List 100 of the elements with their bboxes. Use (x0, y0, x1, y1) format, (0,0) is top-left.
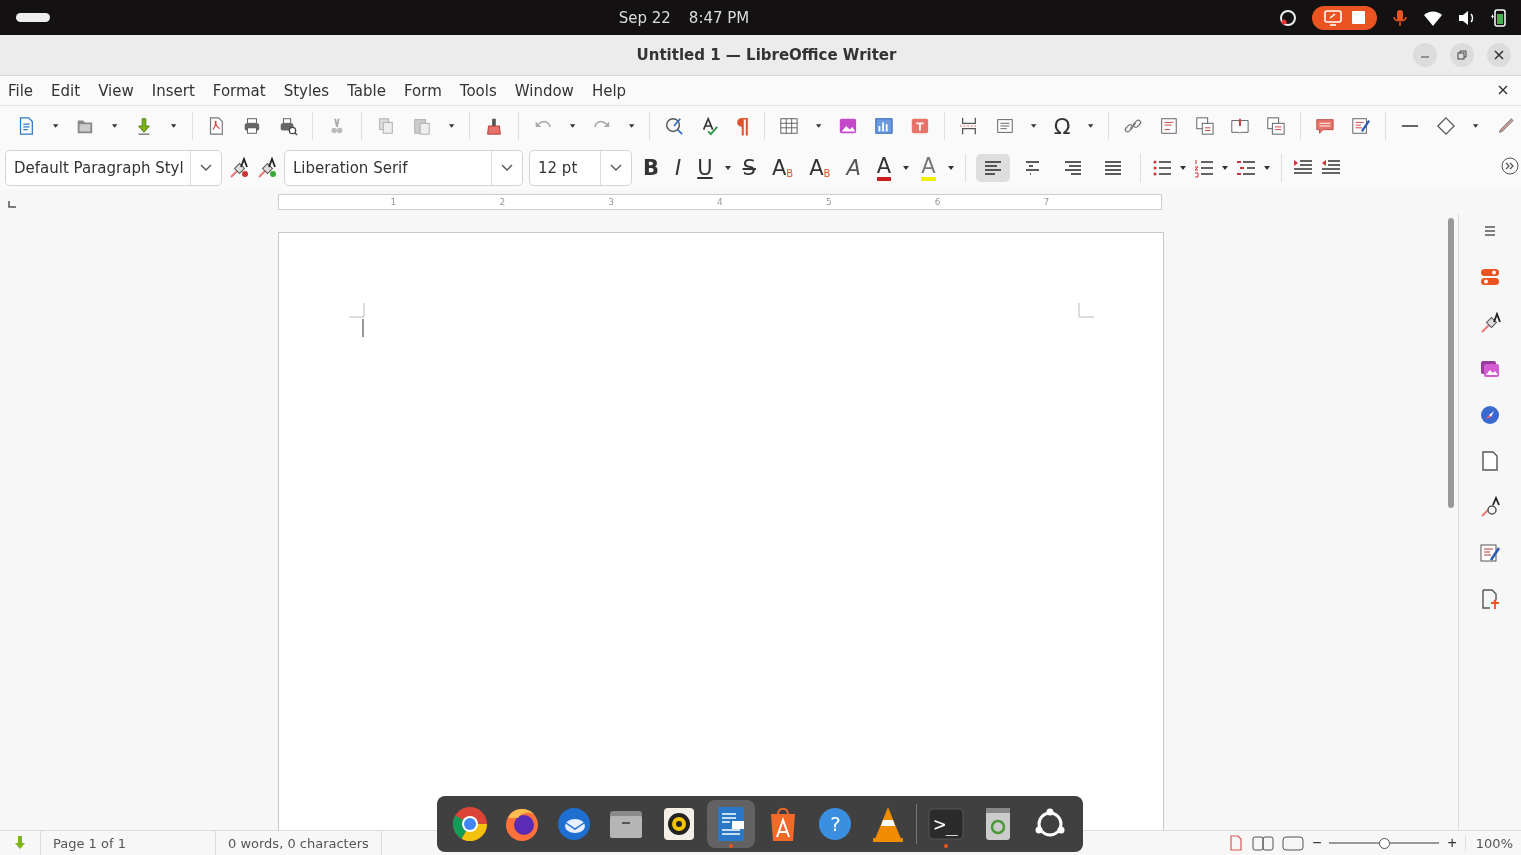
update-style-icon[interactable] (228, 157, 250, 179)
caret-icon[interactable] (627, 122, 636, 130)
print-preview-icon[interactable] (278, 115, 299, 137)
caret-icon[interactable] (814, 122, 822, 130)
menu-item[interactable]: Help (591, 81, 636, 100)
diamond-icon[interactable] (1435, 115, 1456, 137)
share-icon[interactable] (1278, 7, 1298, 28)
two-page-view-icon[interactable] (1252, 835, 1275, 851)
cross-reference-icon[interactable] (1266, 115, 1287, 137)
track-changes-icon[interactable] (1351, 115, 1371, 137)
chevron-icon[interactable] (610, 164, 622, 172)
chevron-icon[interactable] (200, 164, 212, 172)
brush-letter-icon[interactable] (1479, 312, 1501, 334)
close-button[interactable] (1487, 43, 1511, 67)
close-icon[interactable] (1497, 84, 1509, 96)
book-view-icon[interactable] (1282, 835, 1305, 851)
toggle-switches-icon[interactable] (1479, 266, 1501, 288)
caret-icon[interactable] (447, 122, 455, 130)
numbered-list-icon[interactable] (1192, 157, 1215, 179)
zoom-in-button[interactable]: + (1447, 834, 1457, 852)
menu-item[interactable]: Table (347, 81, 395, 100)
subscript-button[interactable]: A$_{B}$ (804, 155, 836, 181)
menu-item[interactable]: File (8, 81, 43, 100)
new-style-icon[interactable] (256, 157, 278, 179)
caret-icon[interactable] (51, 122, 60, 130)
window-title: Untitled 1 — LibreOffice Writer (635, 46, 898, 64)
caret-icon[interactable] (902, 164, 911, 172)
scrollbar[interactable] (1448, 218, 1454, 508)
zoom-out-button[interactable]: − (1312, 834, 1322, 852)
caret-icon[interactable] (1030, 122, 1038, 130)
screen-recording-indicator[interactable] (1312, 5, 1377, 30)
compass-icon[interactable] (1479, 404, 1501, 426)
page-icon[interactable] (1479, 450, 1501, 472)
caret-icon[interactable] (568, 122, 576, 130)
ruler-number: 4 (717, 197, 723, 207)
chart-icon[interactable] (873, 115, 894, 137)
ruler-number: 2 (499, 197, 506, 207)
caret-icon[interactable] (1220, 164, 1229, 172)
document-person-icon[interactable] (1479, 588, 1501, 610)
menu-item[interactable]: Window (514, 81, 583, 100)
battery-icon[interactable] (1489, 6, 1507, 29)
formatting-marks-button[interactable]: ¶ (729, 113, 756, 139)
document-pen-icon[interactable] (1479, 542, 1501, 564)
save-status-icon (12, 835, 28, 851)
clear-formatting-button[interactable]: A (841, 155, 866, 181)
footnote-icon[interactable] (1158, 115, 1179, 137)
menu-item[interactable]: View (98, 81, 143, 100)
close-icon (1494, 50, 1504, 60)
strikethrough-button[interactable]: S (737, 155, 761, 181)
caret-icon[interactable] (111, 122, 119, 130)
restore-button[interactable] (1450, 43, 1474, 67)
pages-icon[interactable] (1194, 115, 1215, 137)
microphone-icon[interactable] (1391, 7, 1409, 28)
ruler-number: 6 (934, 197, 941, 207)
menu-item[interactable]: Form (403, 81, 451, 100)
activities-button[interactable] (16, 13, 50, 22)
font-size-dropdown[interactable]: 12 pt (529, 150, 632, 186)
menu-item[interactable]: Format (212, 81, 275, 100)
menu-item[interactable]: Tools (459, 81, 506, 100)
zoom-level[interactable]: 100% (1464, 835, 1513, 851)
text-boundary-corner (349, 303, 365, 339)
italic-button[interactable]: I (670, 155, 687, 181)
menu-item[interactable]: Insert (151, 81, 204, 100)
document-app-dock-item[interactable] (707, 800, 755, 848)
chevron-icon[interactable] (501, 164, 513, 172)
page-count[interactable]: Page 1 of 1 (41, 831, 216, 855)
paragraph-style-dropdown[interactable]: Default Paragraph Styl (5, 150, 222, 186)
caret-icon[interactable] (1178, 164, 1187, 172)
special-character-button[interactable]: Ω (1047, 113, 1077, 139)
underline-button[interactable]: U (692, 155, 718, 181)
find-replace-icon[interactable] (664, 115, 684, 137)
single-page-view-icon[interactable] (1228, 835, 1245, 851)
menu-item[interactable]: Styles (283, 81, 339, 100)
ruler-number: 5 (825, 197, 832, 207)
more-options-icon[interactable] (1501, 157, 1519, 175)
menu-item[interactable]: Edit (51, 81, 90, 100)
brush-magnifier-icon[interactable] (1479, 496, 1501, 518)
align-left-button[interactable] (975, 154, 1010, 182)
page-break-icon[interactable] (958, 115, 979, 137)
tab-stop-icon[interactable] (8, 200, 17, 209)
caret-icon[interactable] (1086, 122, 1094, 130)
date: Sep 22 (618, 8, 671, 27)
font-name-dropdown[interactable]: Liberation Serif (284, 150, 523, 186)
text-boundary-corner (1078, 303, 1094, 319)
gallery-icon[interactable] (1479, 358, 1501, 380)
caret-icon[interactable] (1471, 122, 1479, 130)
caret-icon[interactable] (723, 164, 732, 172)
minimize-button[interactable] (1413, 43, 1437, 67)
caret-icon[interactable] (946, 164, 955, 172)
ruler-number: 3 (608, 197, 614, 207)
time: 8:47 PM (688, 8, 750, 27)
caret-icon[interactable] (170, 122, 178, 130)
highlight-button[interactable]: A (916, 153, 941, 183)
restore-icon (1457, 50, 1467, 60)
word-count[interactable]: 0 words, 0 characters (216, 831, 382, 855)
caret-icon[interactable] (1262, 164, 1271, 172)
terminal-dock-item[interactable]: >_ (922, 800, 970, 848)
table-icon[interactable] (778, 115, 799, 137)
font-color-button[interactable]: A (871, 153, 897, 183)
bold-button[interactable]: B (638, 155, 664, 181)
